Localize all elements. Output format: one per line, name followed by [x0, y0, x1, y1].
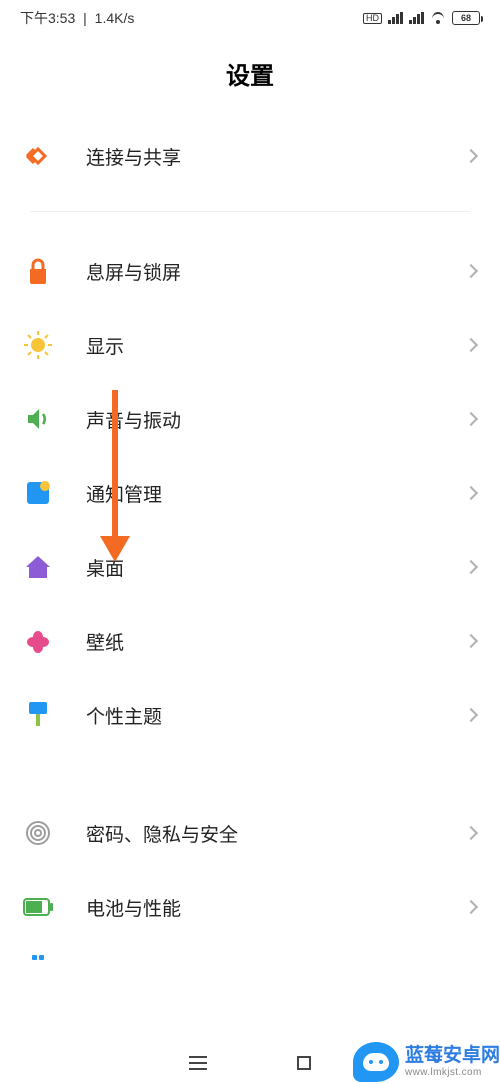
chevron-right-icon: [464, 826, 478, 840]
divider: [30, 211, 470, 212]
item-sound[interactable]: 声音与振动: [20, 382, 480, 456]
page-title: 设置: [0, 32, 500, 119]
settings-list: 连接与共享 息屏与锁屏 显示 声音与振动 通知管理 桌面: [0, 119, 500, 944]
item-label: 息屏与锁屏: [86, 258, 466, 285]
status-speed: 1.4K/s: [95, 10, 135, 26]
status-bar: 下午3:53 | 1.4K/s HD 68: [0, 0, 500, 32]
item-battery[interactable]: 电池与性能: [20, 870, 480, 944]
speaker-icon: [20, 401, 56, 437]
chevron-right-icon: [464, 900, 478, 914]
item-connection[interactable]: 连接与共享: [20, 119, 480, 193]
brush-icon: [20, 697, 56, 733]
item-label: 桌面: [86, 554, 466, 581]
chevron-right-icon: [464, 149, 478, 163]
sun-icon: [20, 327, 56, 363]
chevron-right-icon: [464, 708, 478, 722]
item-label: 显示: [86, 332, 466, 359]
nav-recents-icon[interactable]: [189, 1056, 207, 1070]
chevron-right-icon: [464, 560, 478, 574]
item-wallpaper[interactable]: 壁纸: [20, 604, 480, 678]
nav-home-icon[interactable]: [297, 1056, 311, 1070]
lock-icon: [20, 253, 56, 289]
item-label: 声音与振动: [86, 406, 466, 433]
signal-icon-2: [409, 12, 424, 24]
flower-icon: [20, 623, 56, 659]
item-notify[interactable]: 通知管理: [20, 456, 480, 530]
connection-icon: [20, 138, 56, 174]
item-desktop[interactable]: 桌面: [20, 530, 480, 604]
status-right: HD 68: [363, 11, 480, 25]
chevron-right-icon: [464, 634, 478, 648]
battery-perf-icon: [20, 889, 56, 925]
home-icon: [20, 549, 56, 585]
item-label: 连接与共享: [86, 143, 466, 170]
signal-icon: [388, 12, 403, 24]
item-label: 个性主题: [86, 702, 466, 729]
chevron-right-icon: [464, 338, 478, 352]
battery-icon: 68: [452, 11, 480, 25]
item-privacy[interactable]: 密码、隐私与安全: [20, 796, 480, 870]
watermark-title: 蓝莓安卓网: [405, 1046, 500, 1067]
notify-icon: [20, 475, 56, 511]
apps-icon: [20, 944, 56, 978]
item-display[interactable]: 显示: [20, 308, 480, 382]
item-label: 壁纸: [86, 628, 466, 655]
hd-icon: HD: [363, 13, 382, 24]
watermark-logo-icon: [353, 1042, 399, 1082]
wifi-icon: [430, 12, 446, 24]
item-label: 密码、隐私与安全: [86, 820, 466, 847]
item-apps[interactable]: [0, 944, 500, 978]
item-label: 电池与性能: [86, 894, 466, 921]
watermark: 蓝莓安卓网 www.lmkjst.com: [353, 1042, 500, 1082]
status-left: 下午3:53 | 1.4K/s: [20, 8, 134, 28]
watermark-url: www.lmkjst.com: [405, 1067, 500, 1078]
item-lockscreen[interactable]: 息屏与锁屏: [20, 234, 480, 308]
status-time: 下午3:53: [20, 8, 75, 28]
chevron-right-icon: [464, 486, 478, 500]
chevron-right-icon: [464, 412, 478, 426]
item-label: 通知管理: [86, 480, 466, 507]
chevron-right-icon: [464, 264, 478, 278]
fingerprint-icon: [20, 815, 56, 851]
item-theme[interactable]: 个性主题: [20, 678, 480, 752]
